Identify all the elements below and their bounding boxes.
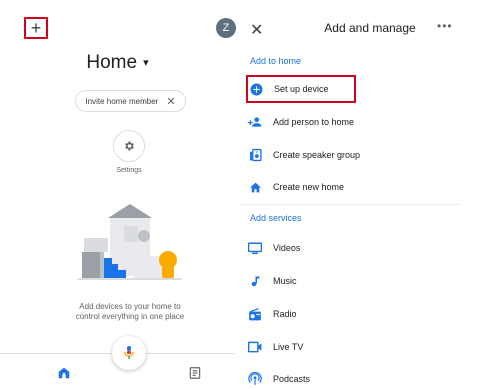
close-icon[interactable]: ✕ xyxy=(166,95,175,108)
item-label: Podcasts xyxy=(273,374,311,384)
videos-item[interactable]: Videos xyxy=(247,237,462,259)
create-new-home-item[interactable]: Create new home xyxy=(247,176,462,198)
set-up-device-item[interactable]: Set up device xyxy=(246,75,356,103)
settings-button[interactable] xyxy=(113,130,145,162)
radio-item[interactable]: Radio xyxy=(247,303,462,325)
item-label: Videos xyxy=(273,243,301,253)
live-tv-item[interactable]: Live TV xyxy=(247,336,462,358)
empty-state-text: Add devices to your home to control ever… xyxy=(75,302,185,321)
plus-icon: + xyxy=(30,18,42,38)
podcast-icon xyxy=(248,372,262,386)
radio-icon xyxy=(248,307,262,321)
avatar-initial: Z xyxy=(222,22,230,34)
item-label: Create new home xyxy=(273,182,345,192)
panel-title: Add and manage xyxy=(324,21,416,35)
section-title-add-to-home: Add to home xyxy=(250,56,302,66)
page-title: Home xyxy=(86,52,138,73)
home-icon xyxy=(248,180,262,194)
tv-icon xyxy=(248,241,262,255)
item-label: Add person to home xyxy=(273,117,355,127)
add-person-icon xyxy=(248,115,262,129)
create-speaker-group-item[interactable]: Create speaker group xyxy=(247,144,462,166)
home-selector[interactable]: Home ▾ xyxy=(0,52,235,74)
more-icon: ••• xyxy=(437,19,453,33)
nav-home-tab[interactable] xyxy=(57,366,71,380)
item-label: Live TV xyxy=(273,342,304,352)
podcasts-item[interactable]: Podcasts xyxy=(247,368,462,390)
avatar[interactable]: Z xyxy=(216,18,236,38)
add-button[interactable]: + xyxy=(24,17,48,39)
item-label: Create speaker group xyxy=(273,150,361,160)
section-divider xyxy=(240,204,460,205)
chevron-down-icon: ▾ xyxy=(143,57,149,70)
speaker-group-icon xyxy=(248,148,262,162)
music-item[interactable]: Music xyxy=(247,270,462,292)
nav-feed-tab[interactable] xyxy=(188,366,202,380)
live-tv-icon xyxy=(248,340,262,354)
plus-circle-icon xyxy=(249,82,263,96)
close-button[interactable]: ✕ xyxy=(250,20,264,39)
item-label: Music xyxy=(273,276,297,286)
settings-label: Settings xyxy=(116,167,142,174)
feed-icon xyxy=(189,367,201,379)
music-note-icon xyxy=(248,274,262,288)
close-icon: ✕ xyxy=(250,22,264,39)
invite-chip-label: Invite home member xyxy=(85,96,159,106)
gear-icon xyxy=(125,141,134,151)
item-label: Set up device xyxy=(274,84,329,94)
invite-home-member-chip[interactable]: Invite home member ✕ xyxy=(75,90,186,112)
empty-home-illustration xyxy=(78,204,182,280)
add-and-manage-panel: ✕ Add and manage ••• Add to home Set up … xyxy=(240,0,501,390)
section-title-add-services: Add services xyxy=(250,213,302,223)
home-screen: + Z Home ▾ Invite home member ✕ Settings … xyxy=(0,0,236,390)
home-icon xyxy=(58,367,70,379)
more-options-button[interactable]: ••• xyxy=(437,19,453,33)
item-label: Radio xyxy=(273,309,297,319)
mic-icon xyxy=(124,346,134,359)
add-person-item[interactable]: Add person to home xyxy=(247,111,462,133)
mic-button[interactable] xyxy=(112,336,146,370)
